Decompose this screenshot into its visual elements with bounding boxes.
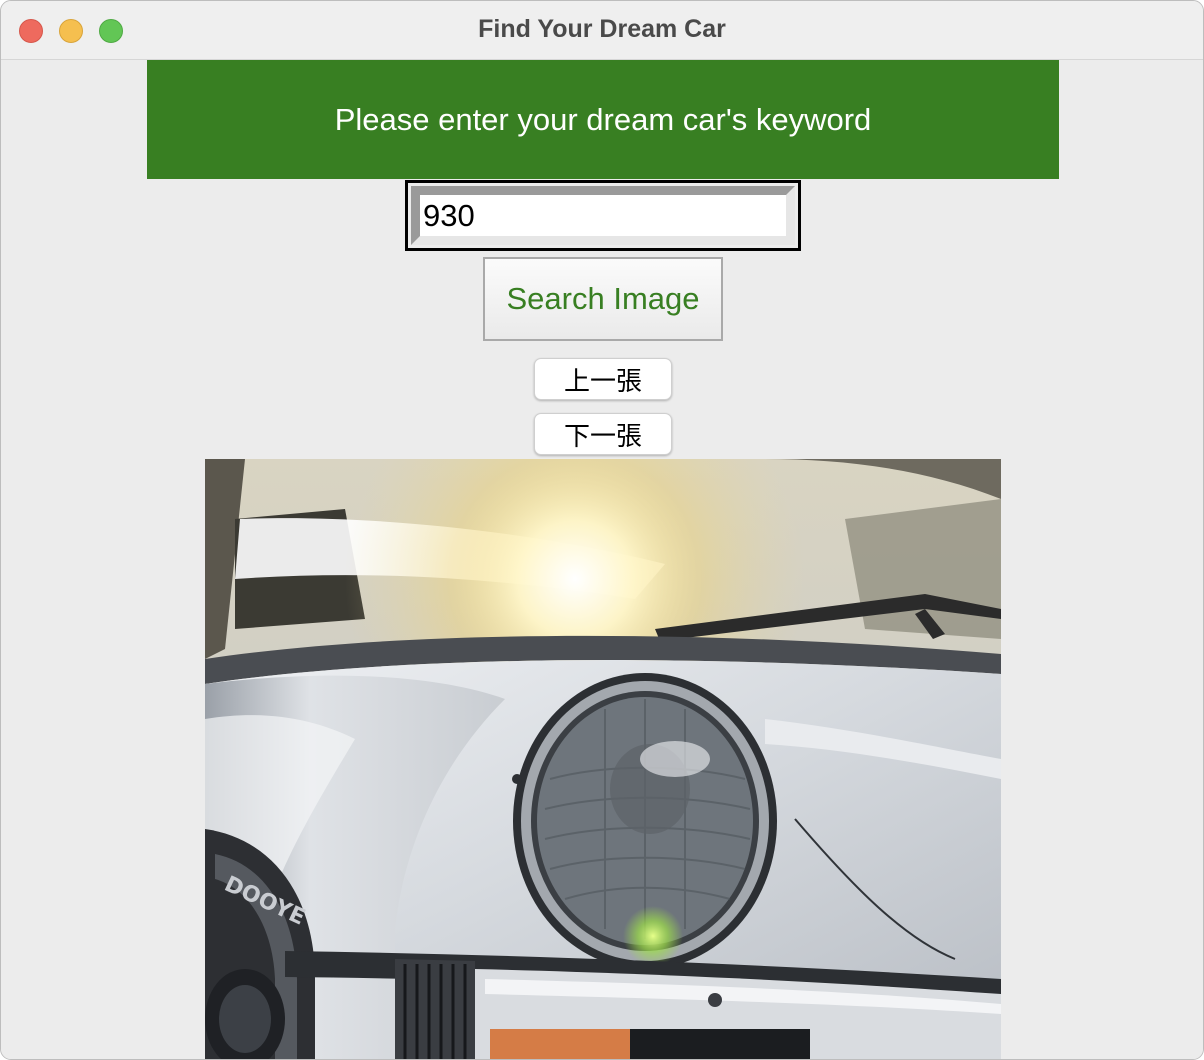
search-image-button[interactable]: Search Image — [483, 257, 723, 341]
search-field-frame — [405, 180, 801, 251]
prompt-banner-text: Please enter your dream car's keyword — [334, 101, 872, 137]
title-bar[interactable]: Find Your Dream Car — [1, 1, 1203, 60]
previous-image-button[interactable]: 上一張 — [534, 358, 672, 400]
car-photo-graphic: DOOYE — [205, 459, 1001, 1059]
app-window: Find Your Dream Car Please enter your dr… — [0, 0, 1204, 1060]
search-image-button-label: Search Image — [506, 281, 700, 316]
next-image-button-label: 下一張 — [563, 421, 642, 452]
car-result-image: DOOYE — [205, 459, 1001, 1059]
search-field-bevel — [411, 186, 795, 245]
next-image-button[interactable]: 下一張 — [534, 413, 672, 455]
prompt-banner: Please enter your dream car's keyword — [147, 60, 1059, 179]
main-content: Please enter your dream car's keyword Se… — [1, 60, 1203, 1059]
previous-image-button-label: 上一張 — [563, 366, 642, 397]
search-input[interactable] — [420, 195, 786, 236]
window-title: Find Your Dream Car — [478, 15, 726, 43]
